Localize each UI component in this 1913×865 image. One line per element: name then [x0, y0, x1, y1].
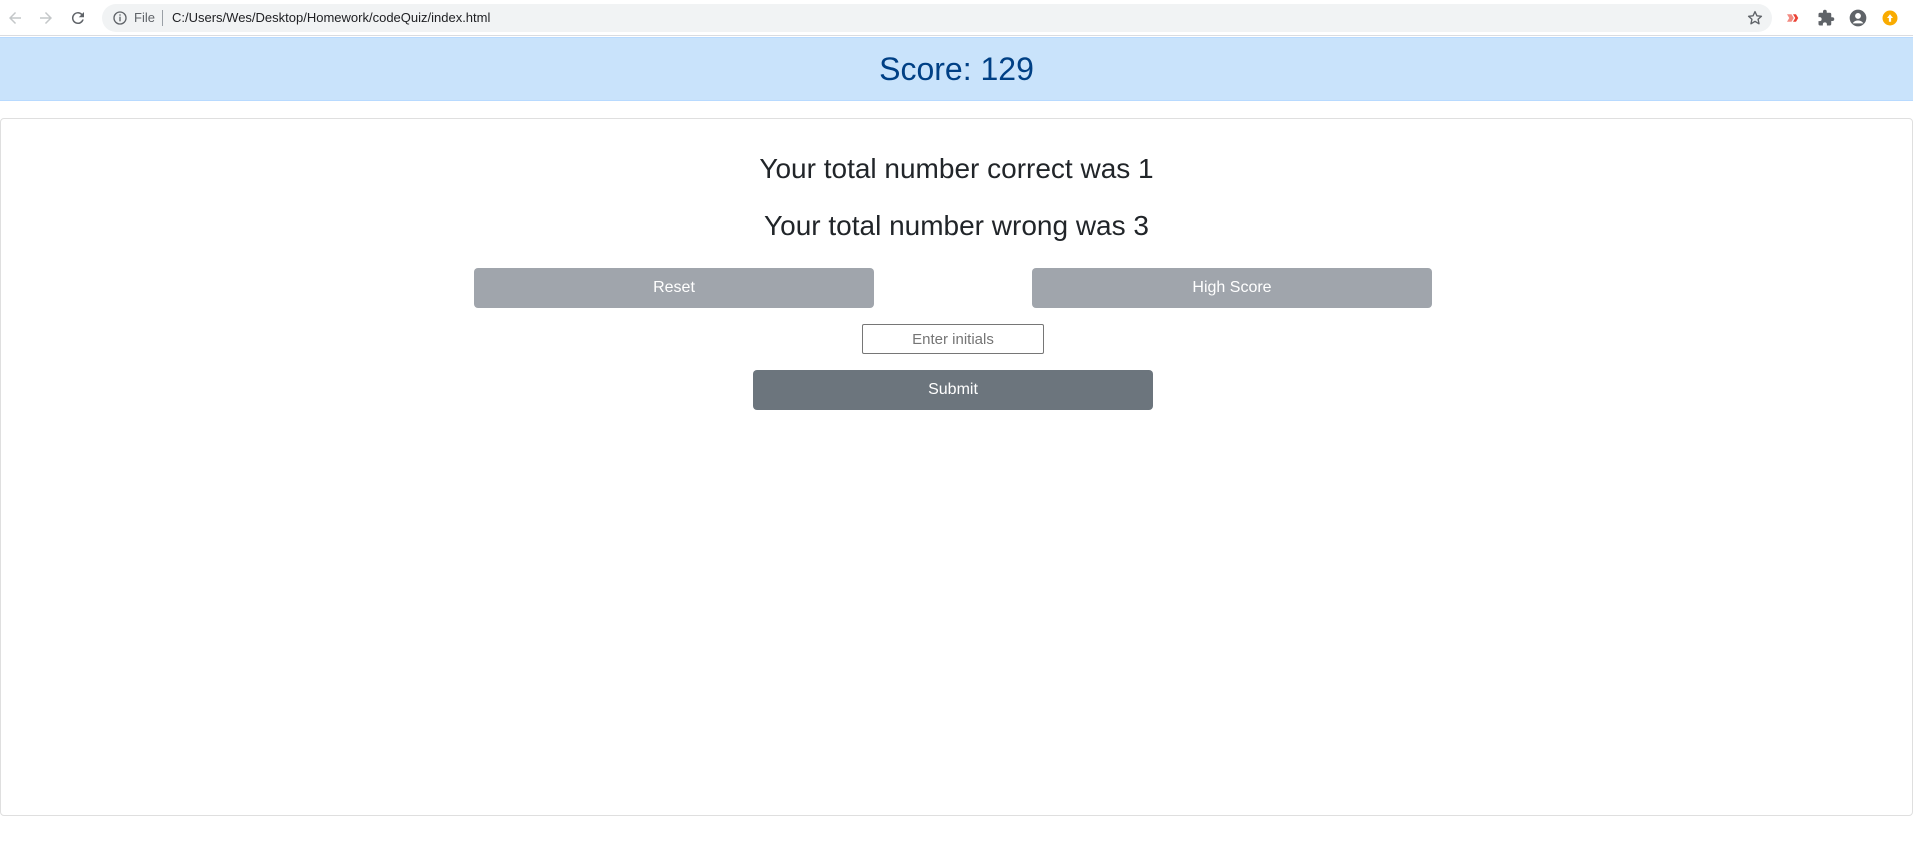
reset-button[interactable]: Reset: [474, 268, 874, 308]
wrong-count-text: Your total number wrong was 3: [764, 210, 1149, 241]
score-banner: Score: 129: [0, 37, 1913, 101]
address-scheme: File: [134, 10, 155, 25]
puzzle-icon[interactable]: [1816, 8, 1836, 28]
reload-icon[interactable]: [66, 6, 90, 30]
high-score-button[interactable]: High Score: [1032, 268, 1432, 308]
update-badge-icon[interactable]: [1880, 8, 1900, 28]
correct-count-text: Your total number correct was 1: [759, 153, 1154, 184]
extension-red-icon[interactable]: [1783, 8, 1803, 28]
address-bar[interactable]: File C:/Users/Wes/Desktop/Homework/codeQ…: [102, 4, 1772, 32]
profile-icon[interactable]: [1848, 8, 1868, 28]
address-separator: [162, 10, 163, 26]
back-icon[interactable]: [3, 6, 27, 30]
forward-icon[interactable]: [34, 6, 58, 30]
bookmark-star-icon[interactable]: [1746, 9, 1764, 27]
score-text: Score: 129: [879, 50, 1034, 87]
address-url[interactable]: C:/Users/Wes/Desktop/Homework/codeQuiz/i…: [172, 10, 490, 26]
browser-toolbar: File C:/Users/Wes/Desktop/Homework/codeQ…: [0, 0, 1913, 36]
info-icon[interactable]: [112, 10, 128, 26]
initials-input[interactable]: [862, 324, 1044, 354]
submit-button[interactable]: Submit: [753, 370, 1153, 410]
